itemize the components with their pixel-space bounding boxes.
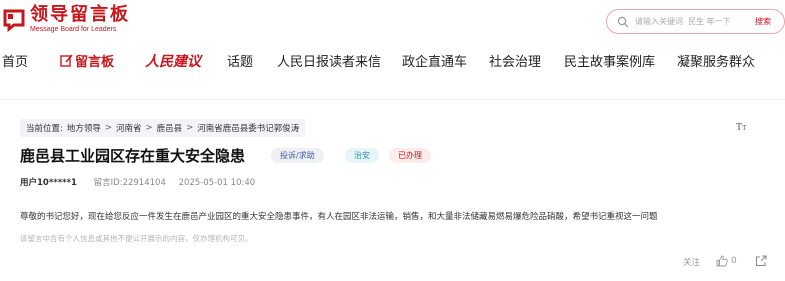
category-tag: 投诉/求助	[271, 148, 324, 163]
font-size-label-small: T	[742, 124, 747, 132]
logo-subtitle: Message Board for Leaders	[30, 26, 117, 33]
breadcrumb-item-local-leaders[interactable]: 地方领导	[67, 122, 101, 134]
post-content: 尊敬的书记您好，现在给您反应一件发生在鹿邑产业园区的重大安全隐患事件，有人在园区…	[20, 212, 658, 222]
breadcrumb: 当前位置: 地方领导 > 河南省 > 鹿邑县 > 河南省鹿邑县委书记郭俊涛	[20, 119, 306, 137]
pen-icon	[60, 54, 73, 67]
post-meta: 用户10*****1 留言ID:22914104 2025-05-01 10:4…	[20, 176, 255, 188]
divider	[0, 99, 785, 100]
post-author: 用户10*****1	[20, 178, 77, 188]
like-button[interactable]: 0	[716, 255, 737, 267]
post-actions: 关注 0	[0, 255, 785, 270]
breadcrumb-separator: >	[186, 123, 194, 133]
header: 领导留言板 Message Board for Leaders 搜索	[0, 0, 785, 42]
nav-item-reader-letters[interactable]: 人民日报读者来信	[277, 51, 381, 70]
nav-item-home[interactable]: 首页	[2, 51, 28, 70]
nav-item-serve-masses[interactable]: 凝聚服务群众	[677, 51, 755, 70]
privacy-notice: 该留言中含有个人信息或其他不便公开展示的内容，仅办理机构可见。	[20, 234, 253, 243]
nav-item-democracy-cases[interactable]: 民主故事案例库	[564, 51, 655, 70]
breadcrumb-item-county[interactable]: 鹿邑县	[157, 122, 183, 134]
search-button[interactable]: 搜索	[755, 16, 771, 27]
page-title: 鹿邑县工业园区存在重大安全隐患	[20, 147, 246, 165]
like-count: 0	[731, 256, 737, 266]
share-icon[interactable]	[755, 255, 767, 267]
post-datetime: 2025-05-01 10:40	[178, 178, 256, 188]
search-input[interactable]	[635, 17, 753, 26]
font-size-toggle[interactable]: TT	[736, 122, 746, 133]
nav-item-gov-enterprise[interactable]: 政企直通车	[402, 51, 467, 70]
nav-item-message-board[interactable]: 留言板	[60, 51, 114, 70]
main-nav: 首页 留言板 人民建议 话题 人民日报读者来信 政企直通车 社会治理 民主故事案…	[0, 42, 785, 78]
search-icon	[617, 16, 629, 27]
search-box: 搜索	[606, 9, 785, 34]
nav-item-message-board-label: 留言板	[75, 55, 115, 70]
follow-button[interactable]: 关注	[683, 256, 700, 268]
thumbs-up-icon	[716, 255, 728, 267]
nav-item-topics[interactable]: 话题	[227, 51, 253, 70]
logo-title: 领导留言板	[30, 4, 130, 25]
logo-icon	[3, 9, 25, 32]
breadcrumb-prefix: 当前位置:	[26, 124, 63, 134]
status-badge: 已办理	[389, 148, 431, 163]
nav-item-social-governance[interactable]: 社会治理	[489, 51, 541, 70]
type-tag: 治安	[345, 148, 379, 163]
logo[interactable]: 领导留言板 Message Board for Leaders	[2, 5, 130, 34]
nav-item-people-suggestion[interactable]: 人民建议	[145, 51, 201, 71]
breadcrumb-separator: >	[104, 123, 113, 133]
breadcrumb-item-leader[interactable]: 河南省鹿邑县委书记郭俊涛	[197, 122, 299, 134]
breadcrumb-separator: >	[145, 123, 153, 133]
post-id: 留言ID:22914104	[93, 178, 166, 188]
nav-item-people-suggestion-label: 人民建议	[145, 54, 201, 70]
breadcrumb-item-province[interactable]: 河南省	[116, 122, 142, 134]
